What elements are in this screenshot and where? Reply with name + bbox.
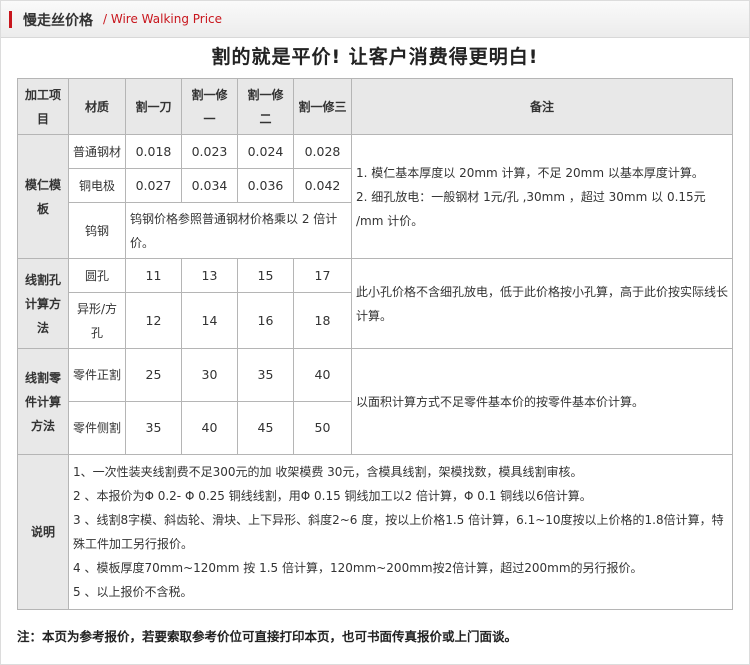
hole-label: 线割孔计算方法 <box>17 258 69 349</box>
price-cell: 11 <box>125 258 182 293</box>
price-cell: 17 <box>293 258 352 293</box>
header-cut1-trim2: 割一修二 <box>237 78 294 135</box>
explain-list: 1、一次性装夹线割费不足300元的加 收架模费 30元，含模具线割，架模找数，模… <box>68 454 733 610</box>
explain-row: 说明 1、一次性装夹线割费不足300元的加 收架模费 30元，含模具线割，架模找… <box>17 454 733 610</box>
header-subtitle: / Wire Walking Price <box>103 12 223 26</box>
price-table: 加工项目 材质 割一刀 割一修一 割一修二 割一修三 备注 模仁模板 普通钢材 … <box>17 78 733 610</box>
price-cell: 16 <box>237 292 294 349</box>
table-header-row: 加工项目 材质 割一刀 割一修一 割一修二 割一修三 备注 <box>17 78 733 135</box>
part-note: 以面积计算方式不足零件基本价的按零件基本价计算。 <box>351 348 733 455</box>
table-row: 模仁模板 普通钢材 0.018 0.023 0.024 0.028 1. 模仁基… <box>17 134 733 259</box>
hole-note: 此小孔价格不含细孔放电，低于此价格按小孔算，高于此价按实际线长计算。 <box>351 258 733 349</box>
price-cell: 30 <box>181 348 238 402</box>
footer-note: 注：本页为参考报价，若要索取参考价位可直接打印本页，也可书面传真报价或上门面谈。 <box>17 629 518 644</box>
price-cell: 13 <box>181 258 238 293</box>
header-remark: 备注 <box>351 78 733 135</box>
material-cell: 普通钢材 <box>68 134 126 169</box>
price-cell: 0.023 <box>181 134 238 169</box>
price-cell: 14 <box>181 292 238 349</box>
mold-core-note-1: 1. 模仁基本厚度以 20mm 计算，不足 20mm 以基本厚度计算。 <box>356 165 704 180</box>
page-headline: 割的就是平价! 让客户消费得更明白! <box>211 46 539 68</box>
mold-core-label: 模仁模板 <box>17 134 69 259</box>
material-cell: 铜电极 <box>68 168 126 203</box>
price-cell: 50 <box>293 401 352 455</box>
material-cell: 零件正割 <box>68 348 126 402</box>
section-header: 慢走丝价格 / Wire Walking Price <box>1 1 749 38</box>
header-material: 材质 <box>68 78 126 135</box>
explain-item: 5 、以上报价不含税。 <box>73 585 193 599</box>
price-cell: 0.042 <box>293 168 352 203</box>
header-cut1-trim3: 割一修三 <box>293 78 352 135</box>
price-cell: 35 <box>125 401 182 455</box>
part-label: 线割零件计算方法 <box>17 348 69 455</box>
table-row: 线割零件计算方法 零件正割 25 30 35 40 以面积计算方式不足零件基本价… <box>17 348 733 455</box>
material-cell: 圆孔 <box>68 258 126 293</box>
price-cell: 0.028 <box>293 134 352 169</box>
mold-core-note: 1. 模仁基本厚度以 20mm 计算，不足 20mm 以基本厚度计算。 2. 细… <box>351 134 733 259</box>
mold-core-note-2: 2. 细孔放电：一般钢材 1元/孔 ,30mm ，超过 30mm 以 0.15元… <box>356 189 706 228</box>
price-cell: 0.034 <box>181 168 238 203</box>
price-cell: 15 <box>237 258 294 293</box>
price-cell: 40 <box>181 401 238 455</box>
price-cell: 35 <box>237 348 294 402</box>
price-cell: 0.027 <box>125 168 182 203</box>
explain-label: 说明 <box>17 454 69 610</box>
header-title: 慢走丝价格 <box>23 13 93 29</box>
material-cell: 钨钢 <box>68 202 126 259</box>
header-cut1-trim1: 割一修一 <box>181 78 238 135</box>
price-cell: 40 <box>293 348 352 402</box>
explain-item: 4 、模板厚度70mm~120mm 按 1.5 倍计算，120mm~200mm按… <box>73 561 643 575</box>
table-row: 线割孔计算方法 圆孔 11 13 15 17 此小孔价格不含细孔放电，低于此价格… <box>17 258 733 349</box>
price-cell: 0.024 <box>237 134 294 169</box>
header-accent-bar <box>9 11 12 28</box>
price-cell: 0.036 <box>237 168 294 203</box>
material-cell: 零件侧割 <box>68 401 126 455</box>
header-item: 加工项目 <box>17 78 69 135</box>
material-cell: 异形/方孔 <box>68 292 126 349</box>
explain-item: 1、一次性装夹线割费不足300元的加 收架模费 30元，含模具线割，架模找数，模… <box>73 465 583 479</box>
explain-item: 3 、线割8字模、斜齿轮、滑块、上下异形、斜度2~6 度，按以上价格1.5 倍计… <box>73 513 724 551</box>
price-cell: 45 <box>237 401 294 455</box>
explain-item: 2 、本报价为Φ 0.2- Φ 0.25 铜线线割，用Φ 0.15 铜线加工以2… <box>73 489 592 503</box>
tungsten-note: 钨钢价格参照普通钢材价格乘以 2 倍计价。 <box>125 202 352 259</box>
price-cell: 0.018 <box>125 134 182 169</box>
price-cell: 18 <box>293 292 352 349</box>
header-cut1: 割一刀 <box>125 78 182 135</box>
price-cell: 25 <box>125 348 182 402</box>
price-cell: 12 <box>125 292 182 349</box>
